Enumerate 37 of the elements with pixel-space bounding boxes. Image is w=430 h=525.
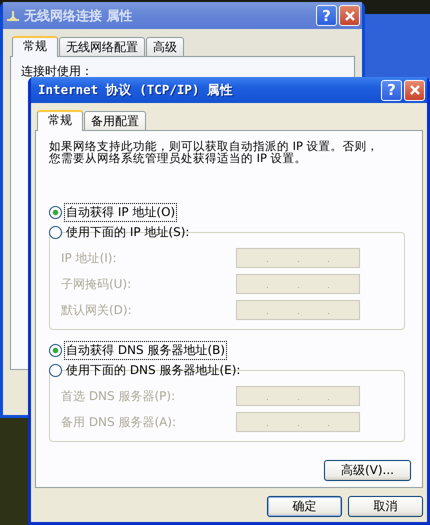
- option-label[interactable]: 自动获得 IP 地址(O): [65, 204, 176, 220]
- help-button[interactable]: ?: [381, 80, 402, 100]
- help-button[interactable]: ?: [316, 5, 337, 26]
- option-label[interactable]: 自动获得 DNS 服务器地址(B): [65, 342, 226, 358]
- window-title: 无线网络连接 属性: [24, 8, 134, 24]
- close-button[interactable]: [404, 80, 425, 100]
- tab[interactable]: 常规: [12, 36, 58, 57]
- tab[interactable]: 无线网络配置: [59, 37, 145, 56]
- field-label: IP 地址(I):: [61, 250, 117, 266]
- advanced-button[interactable]: 高级(V)...: [324, 460, 411, 481]
- ip-address-field[interactable]: [236, 300, 360, 320]
- radio-button[interactable]: [49, 344, 62, 356]
- close-icon: [408, 84, 420, 96]
- field-label: 首选 DNS 服务器(P):: [61, 388, 176, 404]
- field-label: 默认网关(D):: [61, 302, 132, 318]
- cancel-button[interactable]: 取消: [348, 496, 423, 517]
- field-label: 备用 DNS 服务器(A):: [61, 414, 176, 430]
- tab[interactable]: 常规: [37, 110, 83, 131]
- description-text: 如果网络支持此功能，则可以获取自动指派的 IP 设置。否则，您需要从网络系统管理员处获得适当的 IP 设置。: [49, 140, 380, 164]
- ip-address-field[interactable]: [236, 248, 360, 268]
- tab[interactable]: 备用配置: [84, 111, 146, 130]
- close-icon: [344, 10, 356, 22]
- field-label: 子网掩码(U):: [61, 276, 132, 292]
- ip-address-field[interactable]: [236, 386, 360, 406]
- radio-button[interactable]: [49, 364, 62, 376]
- window-title: Internet 协议 (TCP/IP) 属性: [37, 82, 234, 98]
- ip-address-field[interactable]: [236, 412, 360, 432]
- option-label[interactable]: 使用下面的 DNS 服务器地址(E):: [65, 362, 242, 378]
- option-label[interactable]: 使用下面的 IP 地址(S):: [65, 224, 190, 240]
- tab[interactable]: 高级: [146, 37, 184, 56]
- radio-button[interactable]: [49, 206, 62, 218]
- ok-button[interactable]: 确定: [267, 496, 342, 517]
- ip-address-field[interactable]: [236, 274, 360, 294]
- network-icon: [6, 10, 20, 22]
- radio-button[interactable]: [49, 226, 62, 238]
- connect-using-label: 连接时使用：: [21, 63, 93, 80]
- close-button[interactable]: [339, 5, 360, 26]
